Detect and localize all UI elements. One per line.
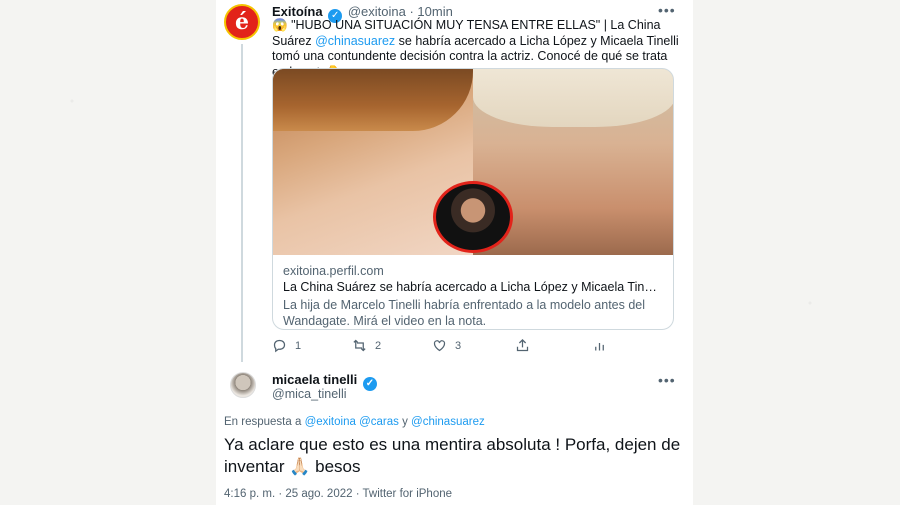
reply-tweet-text: Ya aclare que esto es una mentira absolu… xyxy=(224,434,684,478)
mention-chinasuarez[interactable]: @chinasuarez xyxy=(315,34,395,48)
reply-author-handle[interactable]: @mica_tinelli xyxy=(272,387,347,401)
reply-meta[interactable]: 4:16 p. m. · 25 ago. 2022 · Twitter for … xyxy=(224,488,452,500)
parent-author-handle[interactable]: @exitoina xyxy=(348,4,406,19)
heart-icon xyxy=(433,340,446,352)
retweet-button[interactable]: 2 xyxy=(352,338,381,353)
preview-image-left-hat xyxy=(273,69,473,131)
avatar-letter: é xyxy=(235,9,249,35)
link-preview-card[interactable]: exitoina.perfil.com La China Suárez se h… xyxy=(272,68,674,330)
share-button[interactable] xyxy=(515,338,538,353)
emoji-pray: 🙏🏻 xyxy=(289,457,311,476)
reply-author-name[interactable]: micaela tinelli xyxy=(272,372,357,387)
link-description: La hija de Marcelo Tinelli habría enfren… xyxy=(283,298,646,328)
link-headline: La China Suárez se habría acercado a Lic… xyxy=(283,280,663,294)
reply-icon xyxy=(273,339,286,353)
like-button[interactable]: 3 xyxy=(432,338,461,353)
like-count: 3 xyxy=(455,339,462,352)
reply-mentions[interactable]: @exitoina @caras xyxy=(305,416,399,428)
reply-context: En respuesta a @exitoina @caras y @china… xyxy=(224,416,485,428)
link-domain: exitoina.perfil.com xyxy=(283,264,384,278)
retweet-count: 2 xyxy=(375,339,382,352)
tweet-thread-card: é Exitoína ✓ @exitoina · 10min ••• 😱 "HU… xyxy=(216,0,693,505)
micaela-avatar[interactable] xyxy=(230,372,256,398)
parent-tweet-actions: 1 2 3 xyxy=(272,338,612,356)
reply-and: y xyxy=(402,416,408,428)
parent-tweet-time[interactable]: 10min xyxy=(417,4,452,19)
parent-more-options-icon[interactable]: ••• xyxy=(658,2,676,18)
exitoina-avatar[interactable]: é xyxy=(224,4,260,40)
retweet-icon xyxy=(353,339,366,352)
preview-image-right-hat xyxy=(473,69,673,127)
verified-badge-icon: ✓ xyxy=(362,377,377,391)
share-icon xyxy=(516,338,529,352)
thread-connector-line xyxy=(241,44,243,362)
link-card-body: exitoina.perfil.com La China Suárez se h… xyxy=(273,255,673,329)
parent-author-name[interactable]: Exitoína xyxy=(272,4,323,19)
analytics-icon xyxy=(595,343,604,351)
reply-more-options-icon[interactable]: ••• xyxy=(658,372,676,388)
preview-inset-portrait xyxy=(433,181,513,253)
reply-count: 1 xyxy=(295,339,302,352)
emoji-scream: 😱 xyxy=(272,18,288,32)
reply-button[interactable]: 1 xyxy=(272,338,301,353)
analytics-button[interactable] xyxy=(592,338,615,353)
reply-prefix: En respuesta a xyxy=(224,416,302,428)
reply-text-after: besos xyxy=(310,457,361,476)
reply-mention-last[interactable]: @chinasuarez xyxy=(411,416,485,428)
